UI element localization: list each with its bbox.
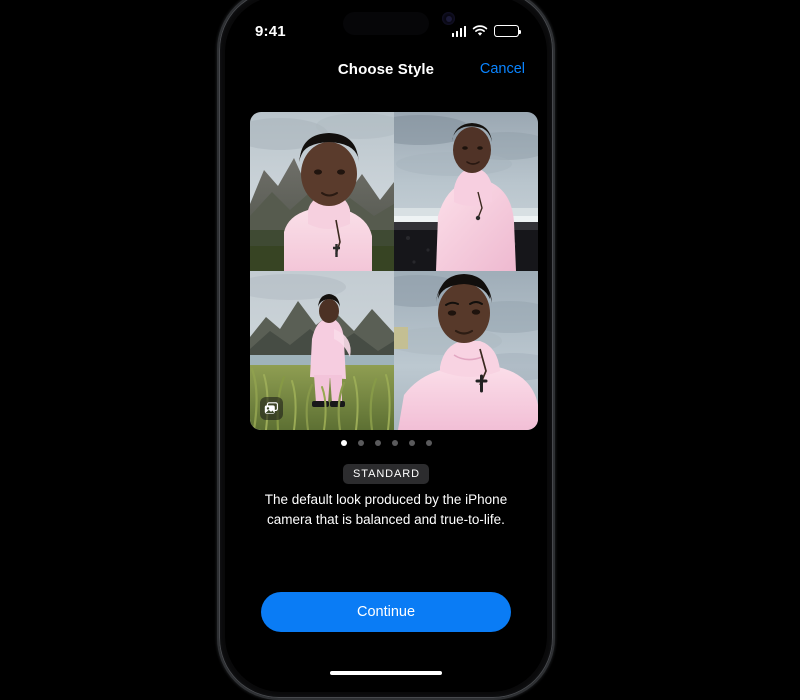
cellular-signal-icon [451, 25, 466, 37]
dynamic-island [343, 12, 429, 35]
continue-button[interactable]: Continue [261, 592, 511, 632]
home-indicator[interactable] [330, 671, 442, 675]
portrait-grass-field [250, 271, 394, 430]
battery-icon [494, 25, 522, 37]
page-title: Choose Style [337, 60, 435, 78]
wifi-icon [472, 25, 488, 37]
page-dot-3[interactable] [374, 440, 381, 446]
style-description: The default look produced by the iPhone … [264, 492, 508, 527]
page-dot-1[interactable] [340, 440, 347, 446]
portrait-black-beach [394, 112, 538, 271]
page-dot-5[interactable] [408, 440, 415, 446]
status-bar-indicators [451, 25, 522, 37]
phone-device-frame: 9:41 Choose Style Cancel STANDARD The de… [217, 0, 555, 700]
front-camera-icon [442, 12, 455, 25]
standard-style-card[interactable] [250, 112, 538, 430]
navigation-bar: Choose Style Cancel [225, 50, 547, 88]
carousel-pagination[interactable] [225, 440, 547, 446]
portrait-mountain-selfie [250, 112, 394, 271]
phone-screen: 9:41 Choose Style Cancel STANDARD The de… [225, 0, 547, 692]
page-dot-2[interactable] [357, 440, 364, 446]
portrait-closeup-sky [394, 271, 538, 430]
style-name-badge: STANDARD [343, 464, 429, 484]
cancel-button[interactable]: Cancel [480, 61, 525, 77]
style-name-badge-row: STANDARD [225, 464, 547, 484]
carousel-track[interactable] [250, 112, 547, 430]
page-dot-6[interactable] [425, 440, 432, 446]
status-bar-time: 9:41 [255, 22, 286, 40]
page-dot-4[interactable] [391, 440, 398, 446]
style-carousel[interactable] [225, 112, 547, 430]
photo-stack-icon[interactable] [260, 397, 283, 420]
photo-grid [250, 112, 538, 430]
